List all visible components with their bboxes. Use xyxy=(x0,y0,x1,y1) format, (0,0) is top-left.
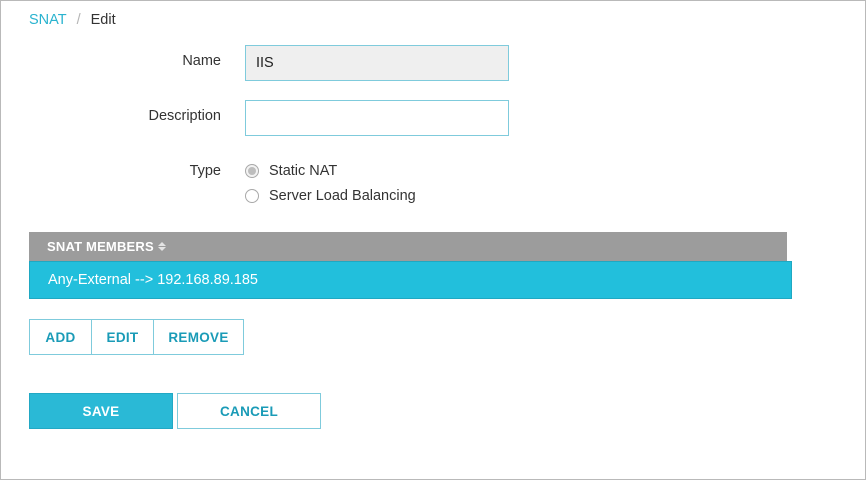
type-option-label: Server Load Balancing xyxy=(269,188,416,204)
edit-button[interactable]: EDIT xyxy=(91,320,153,354)
name-input[interactable] xyxy=(245,45,509,81)
breadcrumb-separator: / xyxy=(76,12,81,28)
remove-button[interactable]: REMOVE xyxy=(153,320,243,354)
member-actions: ADD EDIT REMOVE xyxy=(29,319,244,355)
type-option-label: Static NAT xyxy=(269,163,338,179)
add-button[interactable]: ADD xyxy=(30,320,91,354)
description-label: Description xyxy=(148,108,221,124)
radio-static-nat[interactable] xyxy=(245,164,259,178)
breadcrumb-current: Edit xyxy=(90,12,116,28)
cancel-button[interactable]: CANCEL xyxy=(177,393,321,429)
sort-icon[interactable] xyxy=(157,242,166,251)
table-row-label: Any-External --> 192.168.89.185 xyxy=(48,272,258,288)
snat-members-header[interactable]: SNAT MEMBERS xyxy=(29,232,787,261)
breadcrumb: SNAT / Edit xyxy=(29,12,116,28)
table-row[interactable]: Any-External --> 192.168.89.185 xyxy=(29,261,792,299)
description-input[interactable] xyxy=(245,100,509,136)
type-option-static-nat[interactable]: Static NAT xyxy=(245,163,337,179)
save-button[interactable]: SAVE xyxy=(29,393,173,429)
radio-server-load-balancing[interactable] xyxy=(245,189,259,203)
type-option-server-load-balancing[interactable]: Server Load Balancing xyxy=(245,188,416,204)
name-label: Name xyxy=(182,53,221,69)
snat-members-header-label: SNAT MEMBERS xyxy=(47,239,154,254)
type-label: Type xyxy=(189,163,221,179)
breadcrumb-snat-link[interactable]: SNAT xyxy=(29,12,67,28)
